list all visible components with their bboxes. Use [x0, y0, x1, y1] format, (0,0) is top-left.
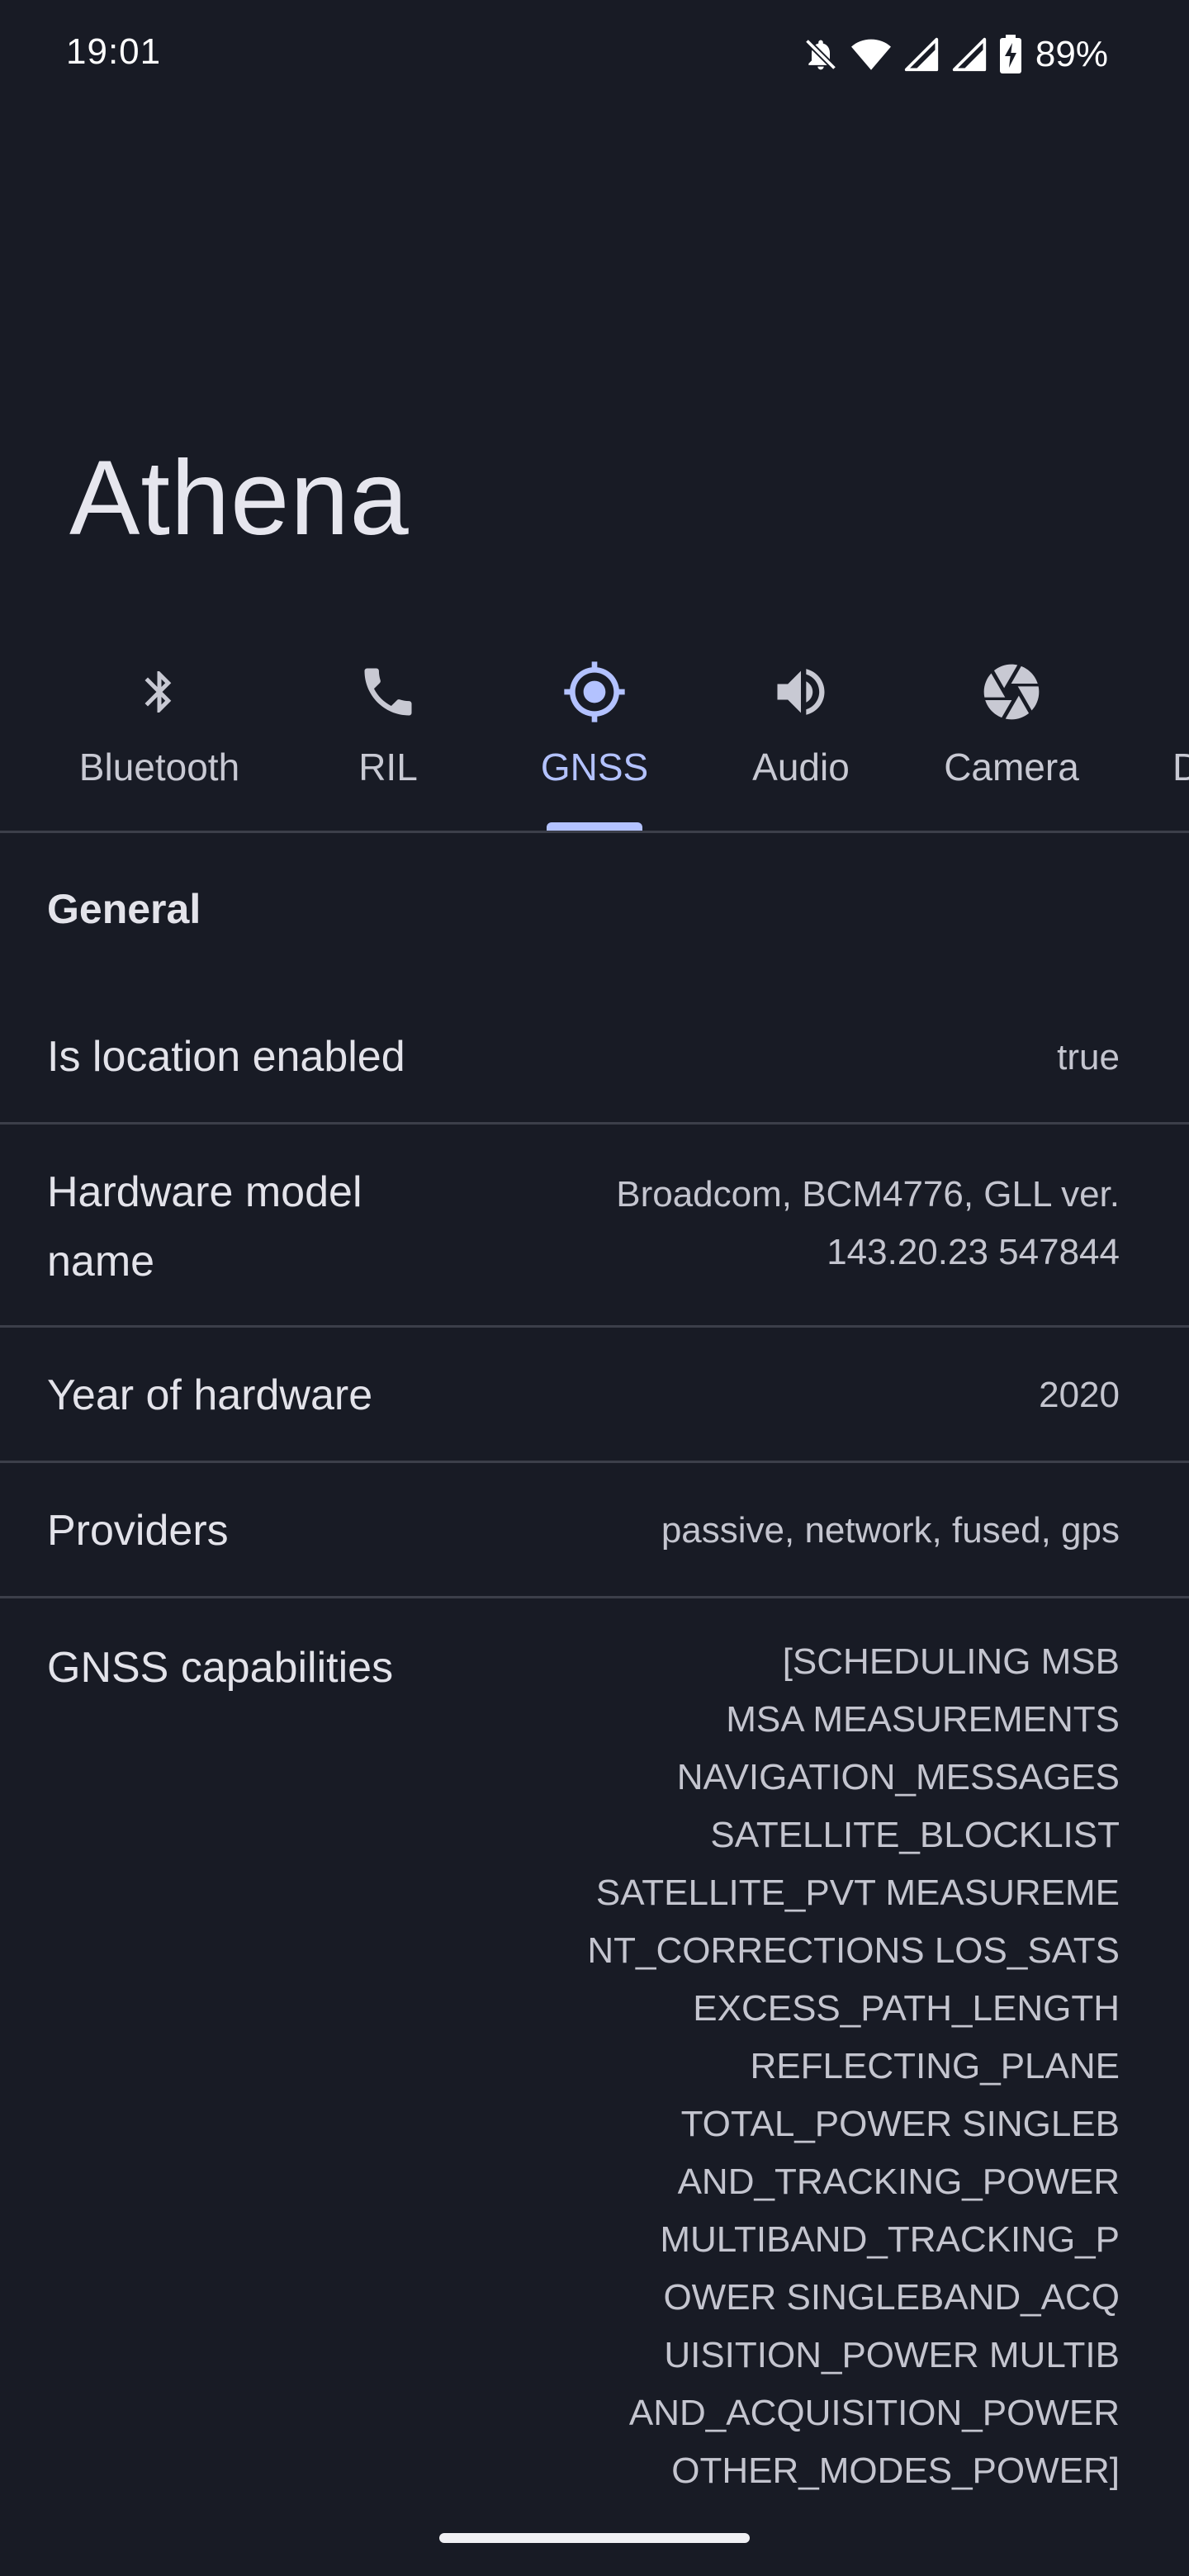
status-bar: 19:01 89%: [0, 0, 1189, 107]
camera-aperture-icon: [978, 657, 1045, 727]
tab-label: Audio: [752, 746, 850, 788]
status-time: 19:01: [66, 31, 162, 72]
row-label: GNSS capabilities: [47, 1644, 394, 1692]
tab-label: GNSS: [540, 746, 649, 788]
row-value: [SCHEDULING MSB MSA MEASUREMENTS NAVIGAT…: [587, 1641, 1120, 2491]
tab-partial[interactable]: D: [1172, 636, 1189, 831]
wifi-icon: [850, 36, 892, 73]
bluetooth-icon: [135, 657, 184, 727]
row-value: Broadcom, BCM4776, GLL ver. 143.20.23 54…: [616, 1174, 1120, 1272]
signal-icon: [951, 36, 988, 73]
gps-fixed-icon: [561, 657, 628, 727]
tab-gnss[interactable]: GNSS: [537, 636, 652, 831]
tab-ril[interactable]: RIL: [347, 636, 429, 831]
row-value: passive, network, fused, gps: [661, 1510, 1120, 1551]
row-year-of-hardware: Year of hardware 2020: [0, 1328, 1189, 1463]
row-location-enabled: Is location enabled true: [0, 991, 1189, 1125]
home-indicator[interactable]: [439, 2533, 750, 2543]
tab-label: D: [1172, 746, 1189, 788]
battery-charging-icon: [999, 35, 1022, 74]
tab-label: Camera: [944, 746, 1079, 788]
row-providers: Providers passive, network, fused, gps: [0, 1463, 1189, 1598]
tab-audio[interactable]: Audio: [743, 636, 859, 831]
section-header: General: [47, 886, 201, 932]
row-hardware-model: Hardware model name Broadcom, BCM4776, G…: [0, 1125, 1189, 1328]
tab-label: RIL: [358, 746, 418, 788]
tab-camera[interactable]: Camera: [937, 636, 1086, 831]
row-value: 2020: [1039, 1375, 1120, 1415]
battery-percentage: 89%: [1035, 34, 1108, 74]
tab-bluetooth[interactable]: Bluetooth: [73, 636, 246, 831]
tab-bar: Bluetooth RIL GNSS Audio Camera D: [0, 636, 1189, 831]
row-label: Providers: [47, 1507, 229, 1555]
page-title: Athena: [69, 439, 410, 557]
volume-icon: [770, 657, 832, 727]
row-label: Year of hardware: [47, 1371, 373, 1419]
bell-off-icon: [803, 36, 839, 73]
row-label: Hardware model name: [47, 1168, 362, 1286]
tab-divider: [0, 831, 1189, 833]
signal-icon: [903, 36, 940, 73]
row-gnss-capabilities: GNSS capabilities [SCHEDULING MSB MSA ME…: [0, 1598, 1189, 2507]
phone-icon: [357, 657, 419, 727]
row-value: true: [1057, 1037, 1120, 1077]
row-label: Is location enabled: [47, 1033, 405, 1081]
status-icons: 89%: [803, 31, 1108, 78]
tab-indicator: [547, 822, 642, 831]
tab-label: Bluetooth: [78, 746, 240, 788]
